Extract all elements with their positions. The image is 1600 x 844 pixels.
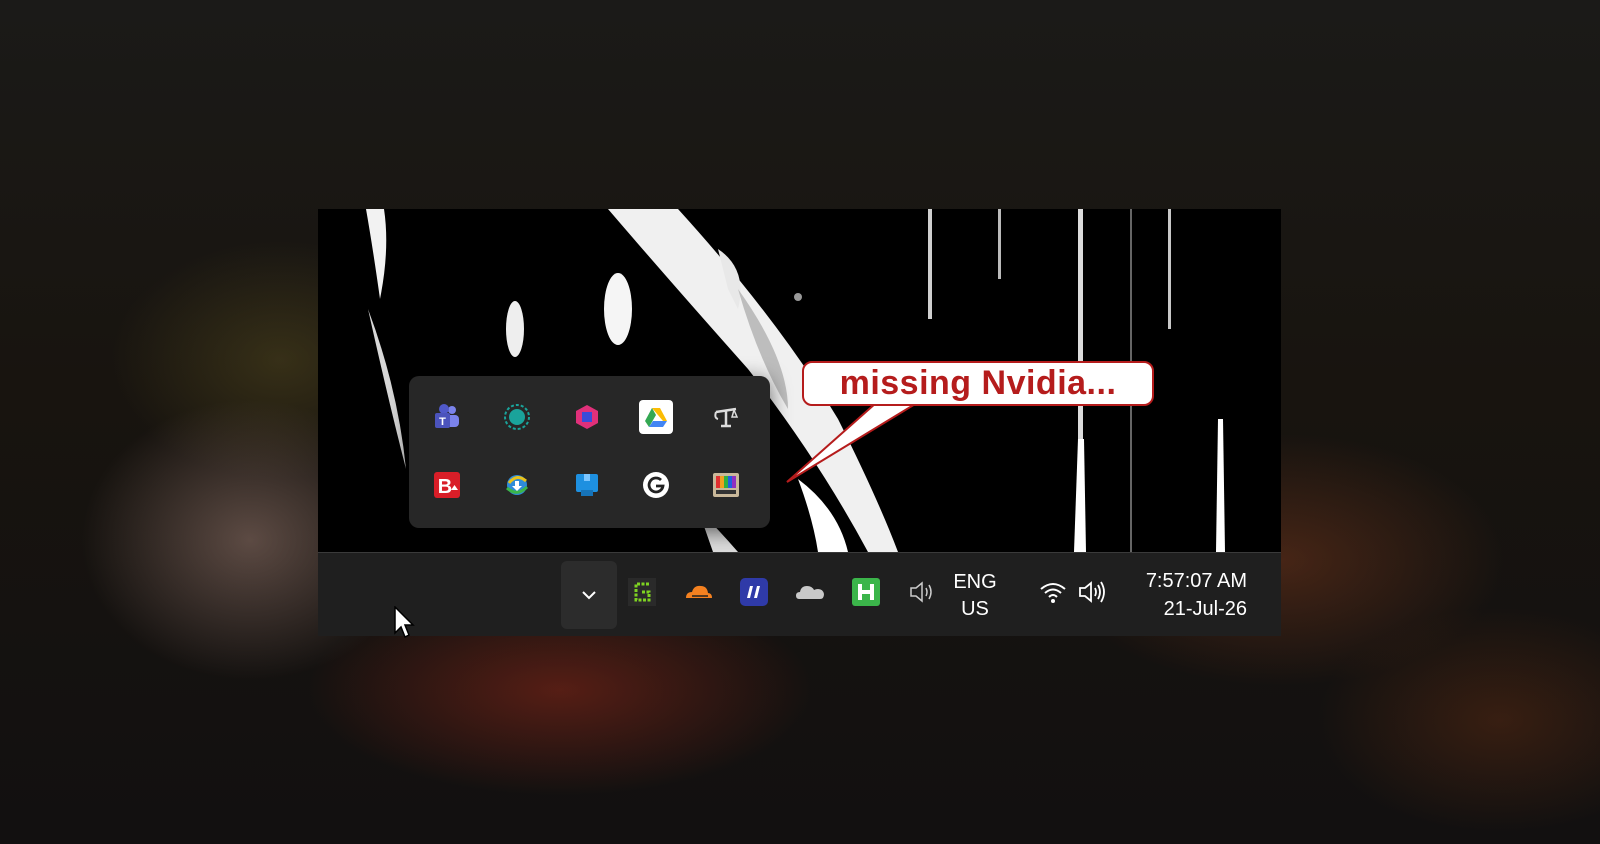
microsoft-teams-icon[interactable]: T <box>430 400 464 434</box>
color-bars-app-icon[interactable] <box>709 468 743 502</box>
taskbar: ENG US 7:57:07 AM 21-Jul-26 <box>318 552 1281 636</box>
svg-text:B: B <box>438 476 452 498</box>
svg-text:T: T <box>439 416 446 428</box>
quote-app-icon[interactable] <box>737 575 771 609</box>
pink-cube-app-icon[interactable] <box>570 400 604 434</box>
region-code: US <box>961 598 989 620</box>
tray-overflow-popup: T B <box>409 376 770 528</box>
circle-app-icon[interactable] <box>500 400 534 434</box>
cloudflare-icon[interactable] <box>681 575 715 609</box>
scale-app-icon[interactable] <box>709 400 743 434</box>
system-clock[interactable]: 7:57:07 AM 21-Jul-26 <box>1097 567 1247 623</box>
grammarly-icon[interactable] <box>639 468 673 502</box>
annotation-callout: missing Nvidia... <box>802 361 1154 406</box>
red-b-app-icon[interactable]: B <box>430 468 464 502</box>
clock-time: 7:57:07 AM <box>1145 570 1247 592</box>
mouse-cursor-icon <box>394 606 415 639</box>
internet-download-manager-icon[interactable] <box>500 468 534 502</box>
blue-app-icon[interactable] <box>570 468 604 502</box>
clock-date: 21-Jul-26 <box>1163 598 1247 620</box>
speaker-icon[interactable] <box>905 575 939 609</box>
language-code: ENG <box>953 571 997 593</box>
green-h-app-icon[interactable] <box>849 575 883 609</box>
show-hidden-icons-button[interactable] <box>561 561 617 629</box>
callout-pointer <box>786 395 932 483</box>
chevron-down-icon <box>582 591 596 600</box>
green-g-app-icon[interactable] <box>625 575 659 609</box>
google-drive-icon[interactable] <box>639 400 673 434</box>
onedrive-cloud-icon[interactable] <box>793 575 827 609</box>
wifi-icon[interactable] <box>1036 575 1070 609</box>
language-indicator[interactable]: ENG US <box>948 569 1002 623</box>
